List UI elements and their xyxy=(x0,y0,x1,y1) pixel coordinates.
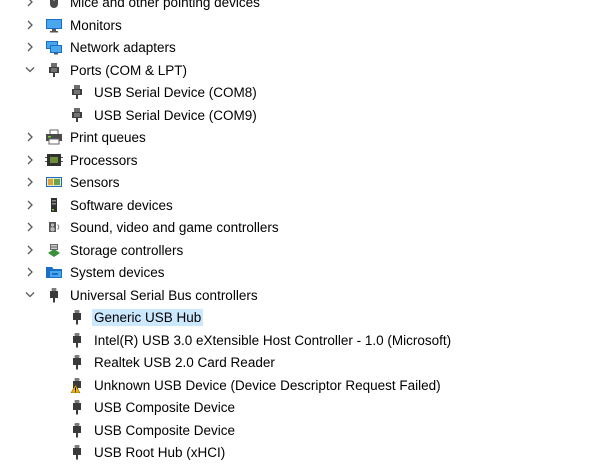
tree-device-item[interactable]: USB Serial Device (COM8) xyxy=(0,81,600,104)
usb-plug-icon xyxy=(68,399,86,415)
chevron-down-icon[interactable] xyxy=(24,63,36,77)
tree-device-item[interactable]: Unknown USB Device (Device Descriptor Re… xyxy=(0,374,600,397)
tree-category[interactable]: Ports (COM & LPT) xyxy=(0,59,600,82)
tree-item-label: Realtek USB 2.0 Card Reader xyxy=(94,355,275,370)
port-icon xyxy=(45,62,63,78)
tree-category[interactable]: Software devices xyxy=(0,194,600,217)
usb-plug-icon xyxy=(68,332,86,348)
usb-warning-icon xyxy=(68,377,86,393)
tree-item-label: USB Composite Device xyxy=(94,422,236,438)
tree-item-label: Print queues xyxy=(70,130,146,145)
tree-device-item[interactable]: Generic USB Hub xyxy=(0,306,600,329)
speaker-icon xyxy=(45,219,63,235)
chevron-right-icon[interactable] xyxy=(24,198,36,212)
tree-item-label: Processors xyxy=(70,152,138,168)
processor-icon xyxy=(45,152,63,168)
tree-item-label: Storage controllers xyxy=(70,242,184,258)
port-icon xyxy=(68,107,86,123)
tree-item-label: USB Serial Device (COM8) xyxy=(94,85,257,100)
system-folder-icon xyxy=(45,264,63,280)
chevron-right-icon[interactable] xyxy=(24,0,36,9)
tree-item-label: Network adapters xyxy=(70,40,176,55)
usb-plug-icon xyxy=(68,309,86,325)
storage-controller-icon xyxy=(45,242,63,258)
chevron-right-icon[interactable] xyxy=(24,175,36,189)
chevron-right-icon[interactable] xyxy=(24,40,36,54)
software-device-icon xyxy=(45,197,63,213)
tree-category[interactable]: Storage controllers xyxy=(0,239,600,262)
tree-item-label: USB Root Hub (xHCI) xyxy=(94,445,226,460)
port-icon xyxy=(68,84,86,100)
chevron-right-icon[interactable] xyxy=(24,243,36,257)
tree-device-item[interactable]: Realtek USB 2.0 Card Reader xyxy=(0,351,600,374)
tree-category[interactable]: Monitors xyxy=(0,14,600,37)
chevron-down-icon[interactable] xyxy=(24,288,36,302)
tree-category[interactable]: Sensors xyxy=(0,171,600,194)
tree-item-label: Sensors xyxy=(70,175,120,190)
mouse-icon xyxy=(45,0,63,10)
printer-icon xyxy=(45,129,63,145)
usb-plug-icon xyxy=(68,444,86,460)
tree-category[interactable]: Processors xyxy=(0,149,600,172)
device-tree: Mice and other pointing devices Monitors N… xyxy=(0,0,600,464)
chevron-right-icon[interactable] xyxy=(24,220,36,234)
tree-category[interactable]: Universal Serial Bus controllers xyxy=(0,284,600,307)
tree-device-item[interactable]: USB Serial Device (COM9) xyxy=(0,104,600,127)
tree-item-label: Unknown USB Device (Device Descriptor Re… xyxy=(94,377,441,393)
tree-device-item[interactable]: USB Root Hub (xHCI) xyxy=(0,441,600,464)
tree-category[interactable]: System devices xyxy=(0,261,600,284)
usb-plug-icon xyxy=(68,354,86,370)
tree-item-label: USB Composite Device xyxy=(94,400,236,415)
usb-plug-icon xyxy=(68,422,86,438)
chevron-right-icon[interactable] xyxy=(24,153,36,167)
tree-category[interactable]: Print queues xyxy=(0,126,600,149)
tree-item-label: USB Serial Device (COM9) xyxy=(94,107,257,123)
tree-device-item[interactable]: USB Composite Device xyxy=(0,419,600,442)
chevron-right-icon[interactable] xyxy=(24,130,36,144)
tree-item-label: Sound, video and game controllers xyxy=(70,220,279,235)
tree-item-label: System devices xyxy=(70,265,165,280)
chevron-right-icon[interactable] xyxy=(24,18,36,32)
tree-item-label: Universal Serial Bus controllers xyxy=(70,287,258,303)
tree-device-item[interactable]: Intel(R) USB 3.0 eXtensible Host Control… xyxy=(0,329,600,352)
tree-item-label: Ports (COM & LPT) xyxy=(70,62,188,78)
tree-device-item[interactable]: USB Composite Device xyxy=(0,396,600,419)
tree-category[interactable]: Network adapters xyxy=(0,36,600,59)
tree-item-label: Monitors xyxy=(70,17,122,33)
usb-plug-icon xyxy=(45,287,63,303)
chevron-right-icon[interactable] xyxy=(24,265,36,279)
tree-category[interactable]: Mice and other pointing devices xyxy=(0,0,600,14)
network-adapter-icon xyxy=(45,39,63,55)
tree-item-label: Software devices xyxy=(70,197,173,213)
tree-item-label: Mice and other pointing devices xyxy=(70,0,260,10)
tree-item-label: Intel(R) USB 3.0 eXtensible Host Control… xyxy=(94,332,452,348)
tree-category[interactable]: Sound, video and game controllers xyxy=(0,216,600,239)
tree-item-label: Generic USB Hub xyxy=(92,309,204,326)
sensor-icon xyxy=(45,174,63,190)
monitor-icon xyxy=(45,17,63,33)
